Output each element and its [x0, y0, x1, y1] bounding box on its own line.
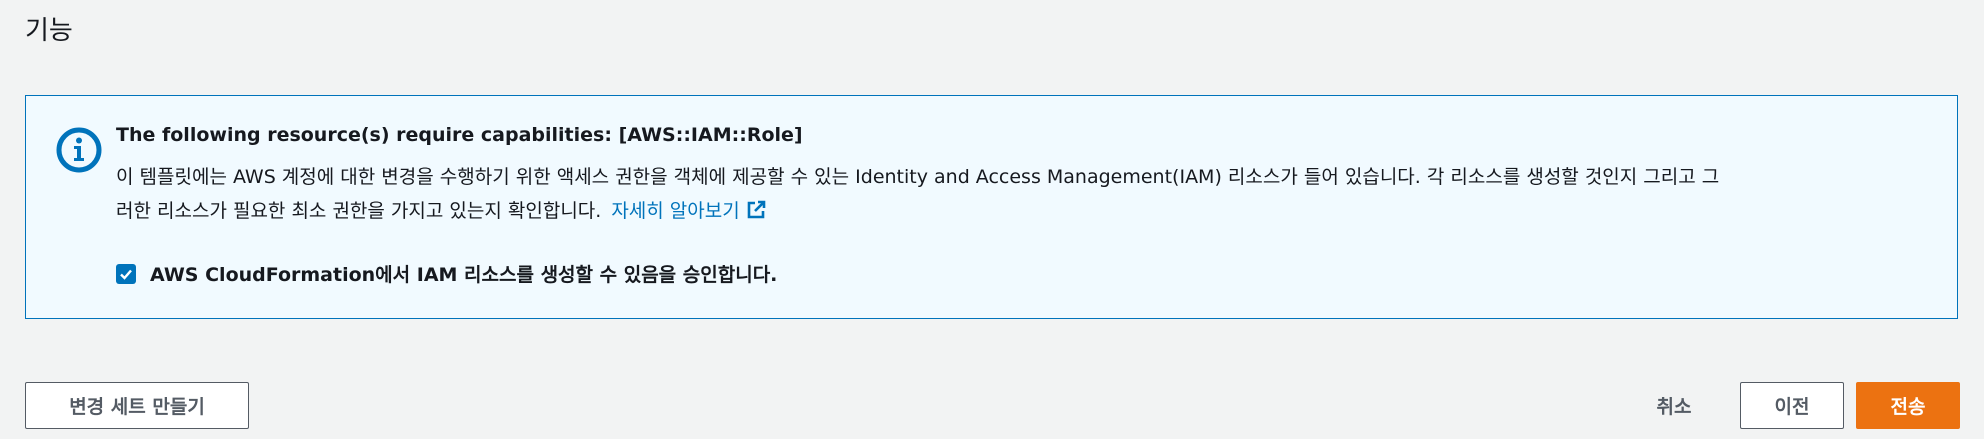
acknowledge-checkbox[interactable]	[116, 263, 136, 284]
acknowledge-row: AWS CloudFormation에서 IAM 리소스를 생성할 수 있음을 …	[116, 260, 777, 287]
previous-button[interactable]: 이전	[1740, 382, 1844, 429]
cancel-button[interactable]: 취소	[1634, 382, 1714, 429]
capabilities-info-alert: The following resource(s) require capabi…	[25, 95, 1958, 319]
create-change-set-label: 변경 세트 만들기	[69, 396, 205, 418]
info-content: The following resource(s) require capabi…	[116, 122, 1936, 228]
submit-label: 전송	[1890, 396, 1926, 418]
info-body-line2: 러한 리소스가 필요한 최소 권한을 가지고 있는지 확인합니다.	[116, 200, 602, 222]
submit-button[interactable]: 전송	[1856, 382, 1960, 429]
learn-more-label: 자세히 알아보기	[611, 200, 740, 222]
acknowledge-label: AWS CloudFormation에서 IAM 리소스를 생성할 수 있음을 …	[150, 264, 778, 286]
create-change-set-button[interactable]: 변경 세트 만들기	[25, 382, 249, 429]
external-link-icon	[747, 200, 766, 219]
previous-label: 이전	[1774, 396, 1810, 418]
info-icon	[56, 127, 102, 173]
capabilities-page: 기능 The following resource(s) require cap…	[0, 0, 1984, 439]
section-title: 기능	[25, 16, 73, 46]
checkmark-icon	[120, 269, 132, 280]
learn-more-link[interactable]: 자세히 알아보기	[611, 200, 766, 222]
info-body: 이 템플릿에는 AWS 계정에 대한 변경을 수행하기 위한 액세스 권한을 객…	[116, 160, 1936, 228]
info-header: The following resource(s) require capabi…	[116, 124, 803, 146]
info-body-line1: 이 템플릿에는 AWS 계정에 대한 변경을 수행하기 위한 액세스 권한을 객…	[116, 166, 1720, 188]
cancel-label: 취소	[1656, 396, 1692, 418]
